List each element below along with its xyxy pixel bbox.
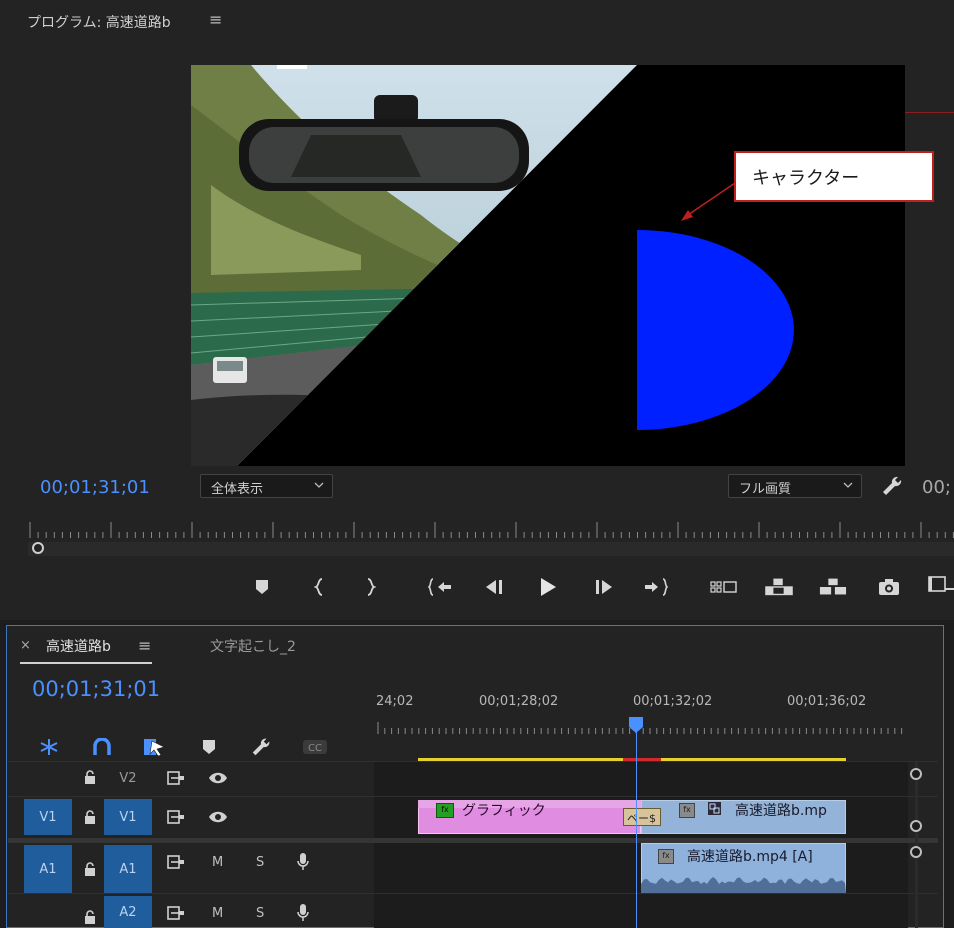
play-icon[interactable] <box>534 574 562 600</box>
monitor-time-ruler[interactable] <box>28 520 954 542</box>
lock-icon[interactable] <box>79 906 101 928</box>
playback-resolution-dropdown[interactable]: フル画質 <box>728 474 862 498</box>
scroll-handle[interactable] <box>910 820 922 832</box>
playhead-timecode[interactable]: 00;01;31;01 <box>40 477 150 498</box>
duration-timecode: 00; <box>922 477 951 498</box>
insert-overwrite-icon[interactable] <box>142 735 166 759</box>
transition-label: ベー$ <box>627 812 656 825</box>
video-clip-name: 高速道路b.mp <box>735 803 827 819</box>
settings-wrench-icon[interactable] <box>880 474 906 500</box>
transition-effect[interactable]: ベー$ <box>623 808 661 826</box>
mute-button[interactable]: M <box>212 855 223 870</box>
mark-out-icon[interactable] <box>356 574 384 600</box>
guide-line <box>905 112 954 113</box>
fx-badge: fx <box>658 849 674 864</box>
track-divider <box>8 761 938 762</box>
ruler-label: 00;01;36;02 <box>787 694 867 709</box>
close-tab-icon[interactable]: × <box>20 638 31 653</box>
lock-icon[interactable] <box>79 858 101 880</box>
video-footage <box>191 65 905 466</box>
add-marker-icon[interactable] <box>248 574 276 600</box>
playhead-line <box>636 732 637 928</box>
program-video-frame <box>191 65 905 466</box>
extract-icon[interactable] <box>819 574 847 600</box>
track-target-v1[interactable]: V1 <box>104 799 152 835</box>
track-target-v2[interactable]: V2 <box>104 766 152 790</box>
tab-sequence-active[interactable]: 高速道路b <box>46 636 111 656</box>
sync-lock-icon[interactable] <box>165 767 187 789</box>
render-status-bar <box>623 758 661 761</box>
chevron-down-icon <box>843 479 853 492</box>
source-patch-v1[interactable]: V1 <box>24 799 72 835</box>
track-divider <box>8 893 938 894</box>
step-forward-icon[interactable] <box>590 574 618 600</box>
chevron-down-icon <box>314 479 324 492</box>
track-target-a2[interactable]: A2 <box>104 896 152 928</box>
lock-icon[interactable] <box>79 766 101 788</box>
waveform-shape <box>641 877 846 893</box>
settings-wrench-icon[interactable] <box>249 735 273 759</box>
ruler-label: 24;02 <box>376 694 414 709</box>
timeline-timecode[interactable]: 00;01;31;01 <box>32 677 160 701</box>
mark-in-icon[interactable] <box>306 574 334 600</box>
fx-badge: fx <box>436 803 454 818</box>
active-tab-indicator <box>20 662 152 664</box>
solo-button[interactable]: S <box>256 855 264 870</box>
solo-button[interactable]: S <box>256 906 264 921</box>
monitor-playhead-handle[interactable] <box>32 542 44 554</box>
sync-lock-icon[interactable] <box>165 851 187 873</box>
step-back-icon[interactable] <box>480 574 508 600</box>
sync-lock-icon[interactable] <box>165 806 187 828</box>
playback-resolution-value: フル画質 <box>739 482 792 497</box>
audio-waveform <box>641 877 846 893</box>
sync-lock-icon[interactable] <box>165 902 187 924</box>
lock-icon[interactable] <box>79 806 101 828</box>
vertical-scrollbar[interactable] <box>915 762 918 928</box>
track-target-a1[interactable]: A1 <box>104 845 152 893</box>
eye-icon[interactable] <box>207 806 229 828</box>
go-to-out-icon[interactable] <box>642 574 670 600</box>
linked-selection-icon[interactable] <box>90 735 114 759</box>
panel-menu-icon[interactable]: ≡ <box>138 636 151 655</box>
ruler-label: 00;01;32;02 <box>633 694 713 709</box>
export-frame-icon[interactable] <box>875 574 903 600</box>
monitor-scrub-bar[interactable] <box>28 542 954 556</box>
captions-label: CC <box>308 743 322 754</box>
annotation-label: キャラクター <box>752 168 860 189</box>
ruler-label: 00;01;28;02 <box>479 694 559 709</box>
tab-transcript[interactable]: 文字起こし_2 <box>210 636 296 656</box>
track-divider <box>8 796 938 797</box>
mute-button[interactable]: M <box>212 906 223 921</box>
fx-badge: fx <box>679 803 695 818</box>
fit-zoom-dropdown[interactable]: 全体表示 <box>200 474 333 498</box>
microphone-icon[interactable] <box>292 851 314 873</box>
audio-clip-name: 高速道路b.mp4 [A] <box>687 849 813 865</box>
program-monitor-title: プログラム: 高速道路b <box>27 15 171 31</box>
source-patch-a1[interactable]: A1 <box>24 845 72 893</box>
panel-menu-icon[interactable]: ≡ <box>209 10 222 29</box>
fit-zoom-value: 全体表示 <box>211 482 264 497</box>
eye-icon[interactable] <box>207 767 229 789</box>
graphic-clip-name: グラフィック <box>462 803 546 819</box>
captions-icon[interactable]: CC <box>302 735 328 759</box>
comparison-view-icon[interactable] <box>710 574 738 600</box>
more-controls-icon[interactable] <box>926 574 954 600</box>
snap-icon[interactable] <box>37 735 61 759</box>
add-marker-icon[interactable] <box>197 735 221 759</box>
go-to-in-icon[interactable] <box>426 574 454 600</box>
clip-type-icon <box>707 801 722 816</box>
lift-icon[interactable] <box>765 574 793 600</box>
scroll-handle[interactable] <box>910 846 922 858</box>
playhead-handle[interactable] <box>628 716 644 734</box>
scroll-handle[interactable] <box>910 768 922 780</box>
microphone-icon[interactable] <box>292 902 314 924</box>
